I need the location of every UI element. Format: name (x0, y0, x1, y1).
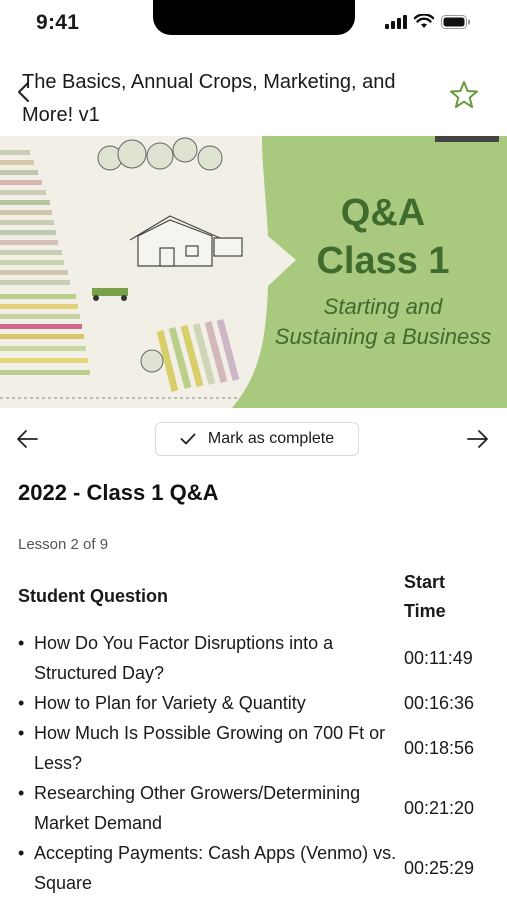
table-row[interactable]: • How Much Is Possible Growing on 700 Ft … (18, 718, 488, 778)
hero-title-line2: Class 1 (316, 240, 450, 282)
column-header-start-time: Start Time (404, 572, 446, 621)
status-time: 9:41 (36, 11, 80, 34)
question-text: • How Much Is Possible Growing on 700 Ft … (18, 718, 404, 778)
next-lesson-arrow-icon[interactable] (465, 428, 489, 450)
hero-subtitle-line1: Starting and (323, 294, 443, 319)
battery-icon (441, 14, 470, 29)
start-time[interactable]: 00:11:49 (404, 648, 488, 669)
status-bar: 9:41 (0, 0, 507, 50)
bullet-icon: • (18, 723, 25, 743)
start-time[interactable]: 00:18:56 (404, 738, 488, 759)
checkmark-icon (180, 433, 196, 445)
bullet-icon: • (18, 633, 25, 653)
student-questions-table: Student Question Start Time • How Do You … (18, 566, 488, 898)
presenter-thumbnail (435, 136, 499, 142)
lesson-count: Lesson 2 of 9 (18, 536, 109, 553)
signal-icon (385, 14, 407, 29)
question-label: Accepting Payments: Cash Apps (Venmo) vs… (34, 843, 397, 893)
question-text: • How to Plan for Variety & Quantity (18, 688, 404, 718)
wifi-icon (414, 14, 434, 28)
favorite-star-icon[interactable] (449, 80, 479, 110)
table-row[interactable]: • How Do You Factor Disruptions into a St… (18, 628, 488, 688)
question-label: How to Plan for Variety & Quantity (34, 693, 306, 713)
start-time[interactable]: 00:16:36 (404, 693, 488, 714)
status-icons (385, 14, 471, 29)
lesson-title: 2022 - Class 1 Q&A (18, 480, 219, 505)
mark-complete-label: Mark as complete (207, 430, 335, 447)
table-header: Student Question Start Time (18, 566, 488, 628)
previous-lesson-arrow-icon[interactable] (16, 428, 40, 450)
bullet-icon: • (18, 783, 25, 803)
mark-complete-button[interactable]: Mark as complete (155, 422, 359, 456)
question-text: • Accepting Payments: Cash Apps (Venmo) v… (18, 838, 404, 898)
question-label: Researching Other Growers/Determining Ma… (34, 783, 361, 833)
question-label: How Do You Factor Disruptions into a Str… (34, 633, 334, 683)
device-notch (153, 0, 355, 35)
table-body: • How Do You Factor Disruptions into a St… (18, 628, 488, 898)
question-label: How Much Is Possible Growing on 700 Ft o… (34, 723, 386, 773)
start-time[interactable]: 00:25:29 (404, 858, 488, 879)
question-text: • How Do You Factor Disruptions into a St… (18, 628, 404, 688)
table-row[interactable]: • Researching Other Growers/Determining M… (18, 778, 488, 838)
table-row[interactable]: • Accepting Payments: Cash Apps (Venmo) v… (18, 838, 488, 898)
bullet-icon: • (18, 843, 25, 863)
start-time[interactable]: 00:21:20 (404, 798, 488, 819)
hero-subtitle-line2: Sustaining a Business (274, 324, 492, 349)
column-header-question: Student Question (18, 586, 168, 606)
course-header: The Basics, Annual Crops, Marketing, and… (0, 62, 507, 132)
lesson-video-thumbnail[interactable]: Q&A Class 1 Starting and Sustaining a Bu… (0, 136, 507, 408)
hero-title-line1: Q&A (340, 192, 426, 234)
table-row[interactable]: • How to Plan for Variety & Quantity 00:16… (18, 688, 488, 718)
question-text: • Researching Other Growers/Determining M… (18, 778, 404, 838)
lesson-navigation: Mark as complete (0, 420, 507, 458)
bullet-icon: • (18, 693, 25, 713)
course-title: The Basics, Annual Crops, Marketing, and… (22, 71, 396, 126)
